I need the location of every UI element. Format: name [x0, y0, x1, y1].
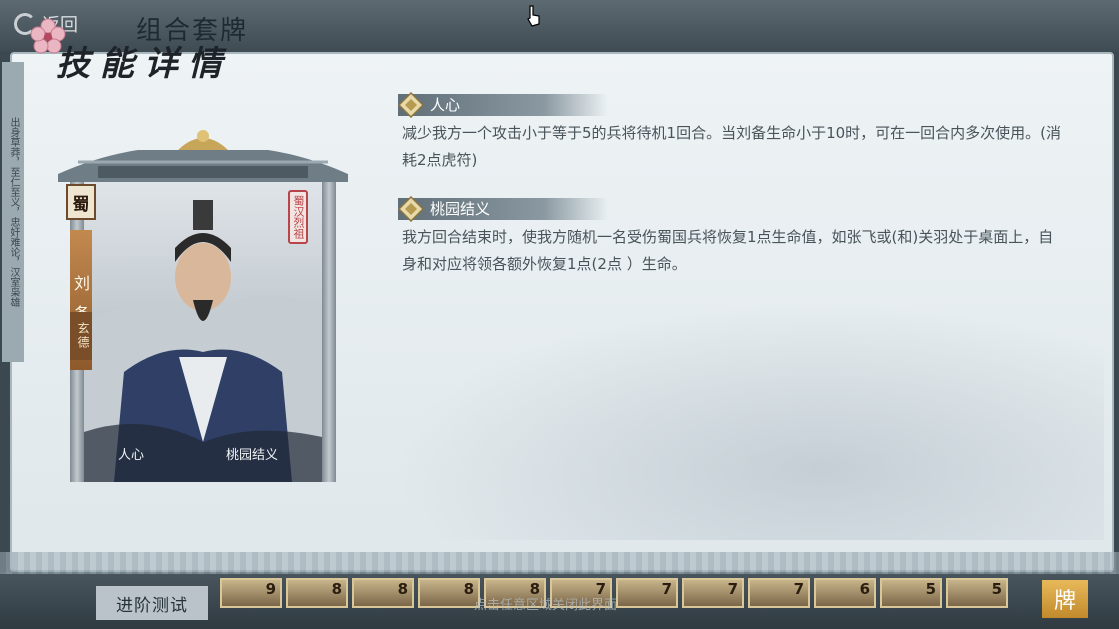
- mini-card[interactable]: 9: [220, 578, 282, 608]
- mini-card[interactable]: 8: [352, 578, 414, 608]
- pavilion-roof-icon: [58, 130, 348, 182]
- card-skill-2: 桃园结义: [226, 448, 279, 463]
- close-hint: 点击任意区域关闭此界面: [474, 598, 618, 613]
- skill-description: 减少我方一个攻击小于等于5的兵将待机1回合。当刘备生命小于10时，可在一回合内多…: [402, 124, 1062, 169]
- hero-side-banner: 出身草莽，至仁至义，忠奸难论，汉室枭雄: [2, 62, 24, 362]
- mini-card[interactable]: 7: [748, 578, 810, 608]
- hero-title-seal: 蜀汉烈祖: [288, 190, 308, 244]
- skill-title: 桃园结义: [398, 198, 608, 220]
- diamond-emblem-icon: [398, 92, 424, 118]
- deck-button[interactable]: 牌: [1042, 580, 1088, 618]
- mini-card[interactable]: 8: [418, 578, 480, 608]
- right-pillar: [322, 182, 336, 482]
- advanced-test-button[interactable]: 进阶测试: [96, 586, 208, 620]
- card-skill-1: 人心: [118, 448, 145, 463]
- skill-detail-heading: 技能详情: [22, 12, 242, 96]
- mini-card[interactable]: 6: [814, 578, 876, 608]
- heading-title: 技能详情: [56, 44, 232, 84]
- faction-tag: 蜀: [66, 184, 96, 220]
- hero-portrait-card: 蜀 刘备 玄德 蜀汉烈祖: [58, 122, 348, 482]
- ink-landscape-background: [392, 300, 1104, 540]
- hero-portrait-image: [84, 182, 322, 482]
- mini-card[interactable]: 7: [682, 578, 744, 608]
- mini-card[interactable]: 7: [616, 578, 678, 608]
- hero-courtesy-name: 玄德: [70, 312, 92, 360]
- skill-description: 我方回合结束时，使我方随机一名受伤蜀国兵将恢复1点生命值，如张飞或(和)关羽处于…: [402, 228, 1054, 273]
- panel-frame-bottom: [0, 552, 1119, 574]
- diamond-emblem-icon: [398, 196, 424, 222]
- mini-card[interactable]: 8: [286, 578, 348, 608]
- hand-cursor-icon: [527, 5, 540, 27]
- hero-figure-icon: [84, 200, 322, 482]
- mini-card[interactable]: 5: [880, 578, 942, 608]
- skill-title: 人心: [398, 94, 608, 116]
- mini-card[interactable]: 5: [946, 578, 1008, 608]
